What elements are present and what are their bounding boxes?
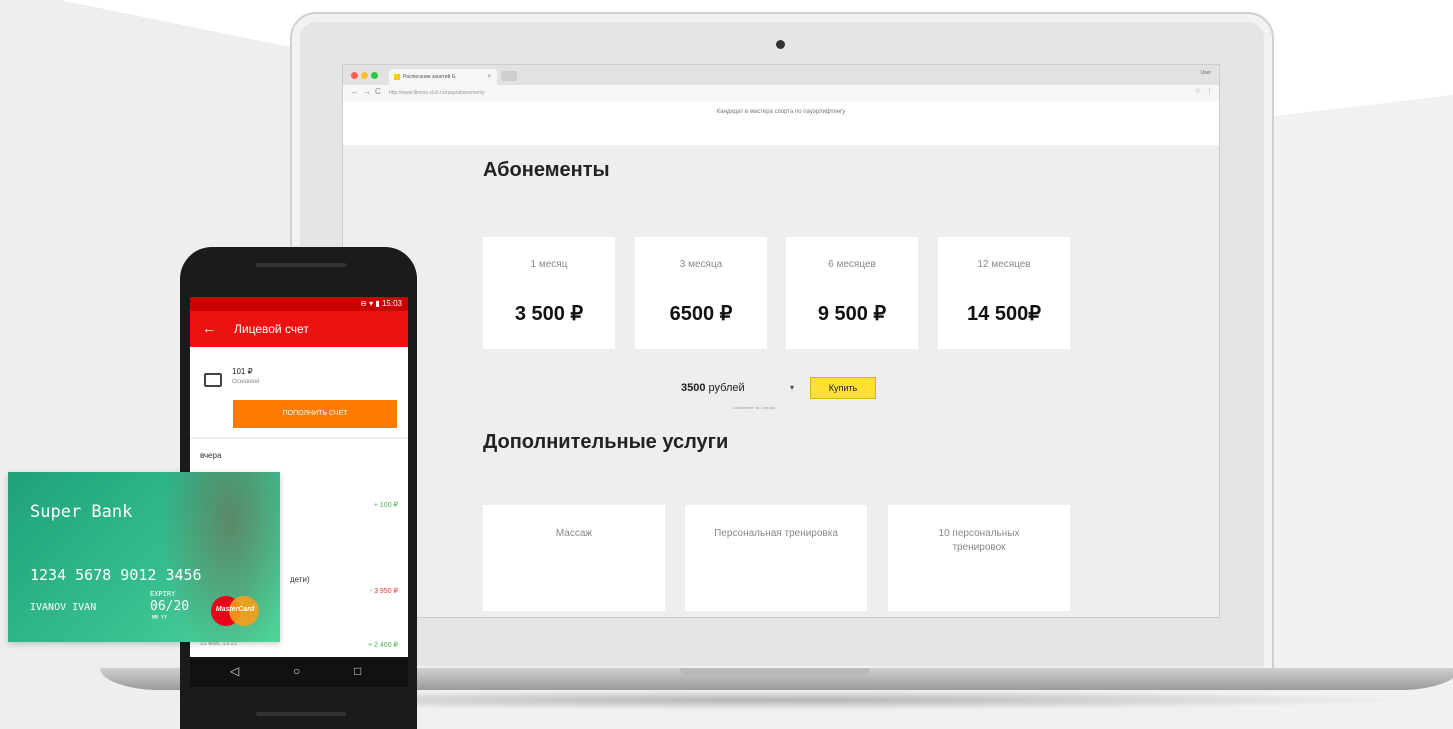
page-top-strip: Кандидат в мастера спорта по пауэрлифтин… bbox=[343, 101, 1219, 145]
chevron-down-icon: ▾ bbox=[789, 383, 794, 392]
maximize-window-icon[interactable] bbox=[371, 72, 378, 79]
select-hint: Абонемент на 1 месяц bbox=[733, 405, 776, 410]
url-field[interactable]: http://www.fitness-club.ru/rasp/abonemen… bbox=[389, 88, 1189, 98]
bookmark-star-icon[interactable]: ☆ bbox=[1195, 87, 1201, 95]
service-card-massage[interactable]: Массаж bbox=[483, 505, 665, 611]
transaction-amount: + 100 ₽ bbox=[373, 502, 398, 509]
transaction-description: дети) bbox=[290, 575, 310, 584]
card-holder: IVANOV IVAN bbox=[30, 602, 97, 613]
transaction-amount: + 2 400 ₽ bbox=[368, 642, 398, 649]
back-arrow-icon[interactable]: ← bbox=[202, 320, 216, 336]
service-label: Массаж bbox=[555, 528, 593, 539]
expiry-sublabel: MM YY bbox=[152, 615, 168, 621]
account-amount: 101 ₽ bbox=[232, 367, 253, 376]
tab-close-icon[interactable]: × bbox=[487, 69, 491, 85]
service-card-10-trainings[interactable]: 10 персональных тренировок bbox=[888, 505, 1070, 611]
subscription-period: 1 месяц bbox=[530, 259, 568, 270]
reload-icon[interactable]: C bbox=[375, 87, 381, 96]
subscription-period: 6 месяцев bbox=[828, 259, 876, 270]
user-label[interactable]: User bbox=[1200, 70, 1211, 76]
address-bar: ← → C http://www.fitness-club.ru/rasp/ab… bbox=[343, 85, 1219, 102]
day-label: вчера bbox=[200, 451, 222, 460]
expiry-date: 06/20 bbox=[150, 599, 190, 614]
card-number: 1234 5678 9012 3456 bbox=[30, 566, 202, 584]
subscription-card-6[interactable]: 6 месяцев 9 500 ₽ bbox=[786, 237, 918, 349]
laptop-notch bbox=[680, 668, 870, 676]
camera-icon bbox=[776, 40, 785, 49]
nav-home-icon[interactable]: ○ bbox=[293, 664, 300, 678]
browser-window: Расписание занятий G × User ← → C http:/… bbox=[342, 64, 1220, 618]
minimize-window-icon[interactable] bbox=[361, 72, 368, 79]
subscription-price: 9 500 ₽ bbox=[817, 303, 887, 325]
page-top-text: Кандидат в мастера спорта по пауэрлифтин… bbox=[716, 109, 846, 115]
subscription-price: 14 500₽ bbox=[967, 303, 1041, 325]
subscription-card-12[interactable]: 12 месяцев 14 500₽ bbox=[938, 237, 1070, 349]
android-nav-bar: ◁ ○ □ bbox=[190, 657, 408, 687]
bank-name: Super Bank bbox=[30, 502, 133, 522]
browser-menu-icon[interactable]: ⋮ bbox=[1206, 87, 1213, 95]
new-tab-button[interactable] bbox=[501, 71, 517, 81]
status-bar: ⊖ ▾ ▮ 15:03 bbox=[190, 297, 408, 311]
nav-recent-icon[interactable]: □ bbox=[354, 664, 361, 678]
app-title: Лицевой счет bbox=[234, 322, 309, 336]
card-icon bbox=[204, 373, 222, 387]
phone-bottom-bar bbox=[256, 712, 346, 716]
expiry-label: EXPIRY bbox=[150, 590, 176, 598]
phone-speaker bbox=[256, 263, 346, 267]
divider bbox=[190, 437, 408, 439]
subscription-price: 6500 ₽ bbox=[669, 303, 733, 325]
bank-card: Super Bank 1234 5678 9012 3456 IVANOV IV… bbox=[8, 472, 280, 642]
tab-bar: Расписание занятий G × User bbox=[343, 65, 1219, 85]
subscription-period: 12 месяцев bbox=[977, 259, 1031, 270]
service-card-personal-training[interactable]: Персональная тренировка bbox=[685, 505, 867, 611]
favicon-icon bbox=[394, 74, 400, 80]
subscription-card-1[interactable]: 1 месяц 3 500 ₽ bbox=[483, 237, 615, 349]
app-bar: ← Лицевой счет bbox=[190, 311, 408, 347]
service-label: 10 персональных тренировок bbox=[938, 528, 1020, 553]
subscription-card-3[interactable]: 3 месяца 6500 ₽ bbox=[635, 237, 767, 349]
tab-title: Расписание занятий G bbox=[403, 74, 456, 80]
status-icons: ⊖ ▾ ▮ 15:03 bbox=[360, 299, 402, 308]
subscription-period: 3 месяца bbox=[679, 259, 723, 270]
extra-services-title: Дополнительные услуги bbox=[483, 431, 729, 453]
back-icon[interactable]: ← bbox=[351, 87, 359, 96]
select-value-unit: рублей bbox=[705, 382, 745, 394]
nav-back-icon[interactable]: ◁ bbox=[230, 664, 239, 678]
account-type: Основной bbox=[232, 379, 260, 385]
transaction-amount: - 3 950 ₽ bbox=[369, 588, 398, 595]
card-brand: MasterCard bbox=[215, 606, 255, 613]
forward-icon[interactable]: → bbox=[363, 87, 371, 96]
subscription-select[interactable]: 3500 рублей ▾ bbox=[673, 377, 798, 399]
select-value-amount: 3500 bbox=[681, 382, 706, 394]
browser-tab[interactable]: Расписание занятий G × bbox=[389, 69, 497, 85]
buy-button[interactable]: Купить bbox=[810, 377, 876, 399]
topup-button[interactable]: ПОПОЛНИТЬ СЧЕТ bbox=[233, 400, 397, 428]
subscription-price: 3 500 ₽ bbox=[514, 303, 584, 325]
service-label: Персональная тренировка bbox=[714, 528, 838, 539]
close-window-icon[interactable] bbox=[351, 72, 358, 79]
subscriptions-title: Абонементы bbox=[483, 159, 610, 181]
